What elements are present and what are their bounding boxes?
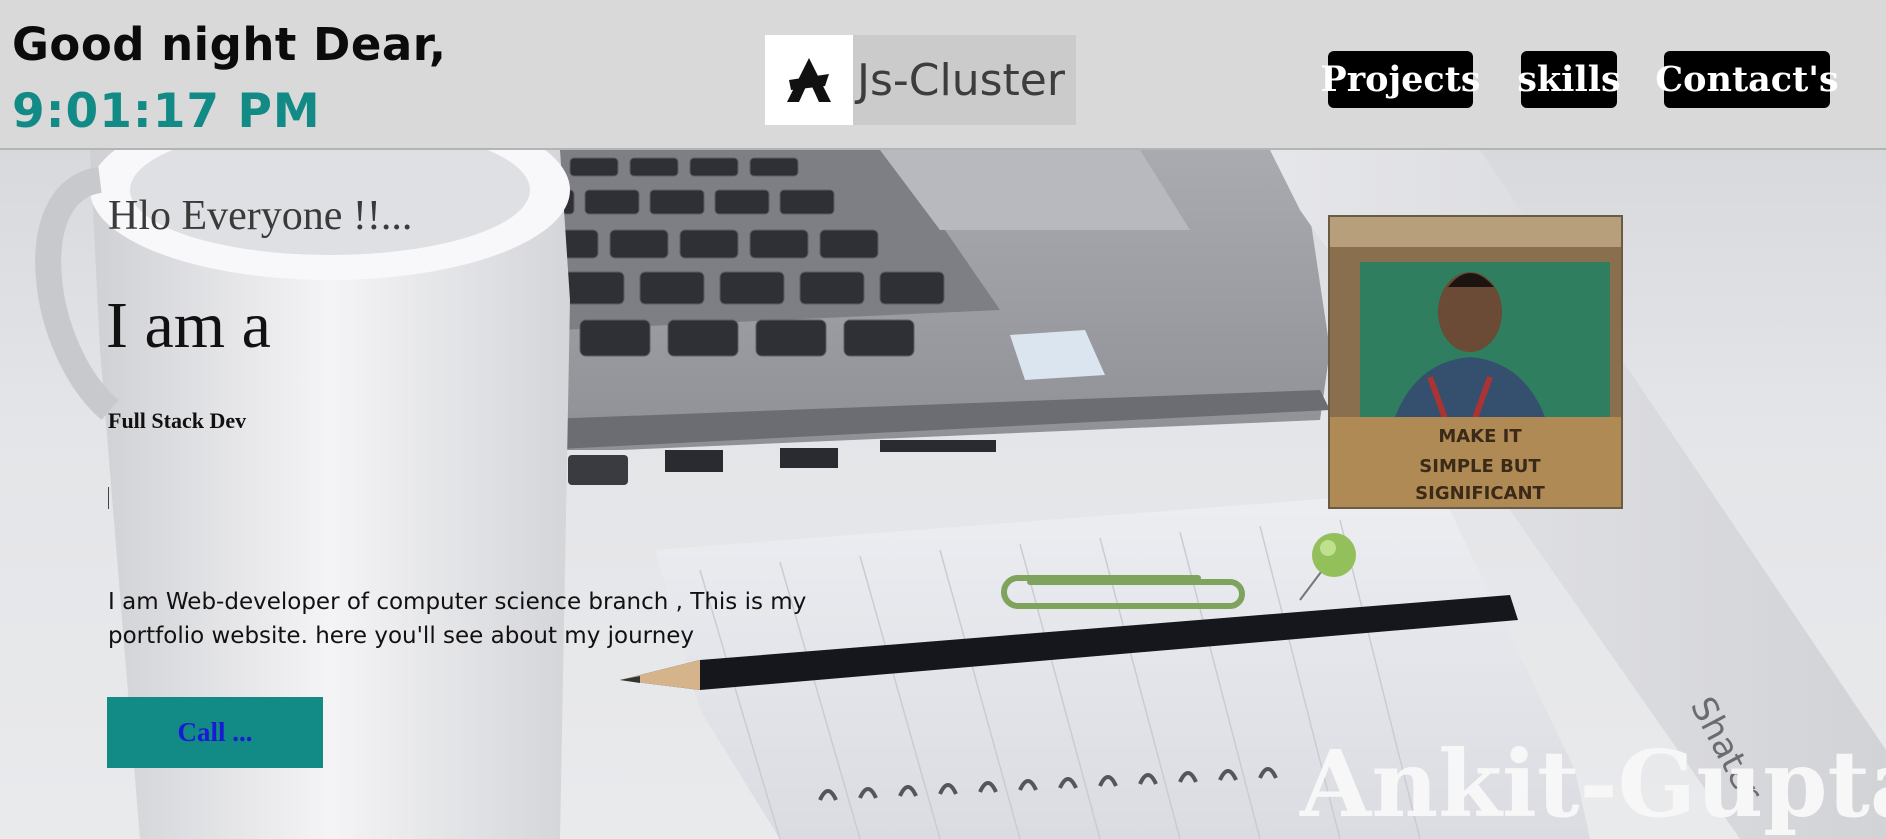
profile-caption-line-2: SIMPLE BUT (1419, 456, 1541, 477)
profile-photo: MAKE IT SIMPLE BUT SIGNIFICANT (1328, 215, 1623, 509)
i-am-heading: I am a (106, 289, 271, 362)
site-logo[interactable]: Js-Cluster (765, 35, 1076, 125)
live-clock: 9:01:17 PM (12, 84, 321, 139)
signature-name: Ankit-Gupta (1300, 730, 1886, 838)
logo-text: Js-Cluster (857, 54, 1065, 106)
site-header: Good night Dear, 9:01:17 PM Js-Cluster P… (0, 0, 1886, 150)
profile-caption-line-1: MAKE IT (1438, 426, 1522, 447)
role-text: Full Stack Dev (108, 408, 247, 433)
intro-text: Hlo Everyone !!... (108, 193, 413, 239)
typing-cursor (108, 487, 109, 509)
nav-skills-button[interactable]: skills (1517, 51, 1621, 108)
call-button[interactable]: Call ... (107, 697, 323, 768)
logo-mark-icon (765, 35, 853, 125)
greeting-text: Good night Dear, (12, 18, 447, 71)
profile-caption-line-3: SIGNIFICANT (1415, 483, 1545, 504)
nav-projects-button[interactable]: Projects (1320, 51, 1481, 108)
bio-paragraph: I am Web-developer of computer science b… (108, 589, 807, 649)
nav-contact-button[interactable]: Contact's (1655, 51, 1839, 108)
